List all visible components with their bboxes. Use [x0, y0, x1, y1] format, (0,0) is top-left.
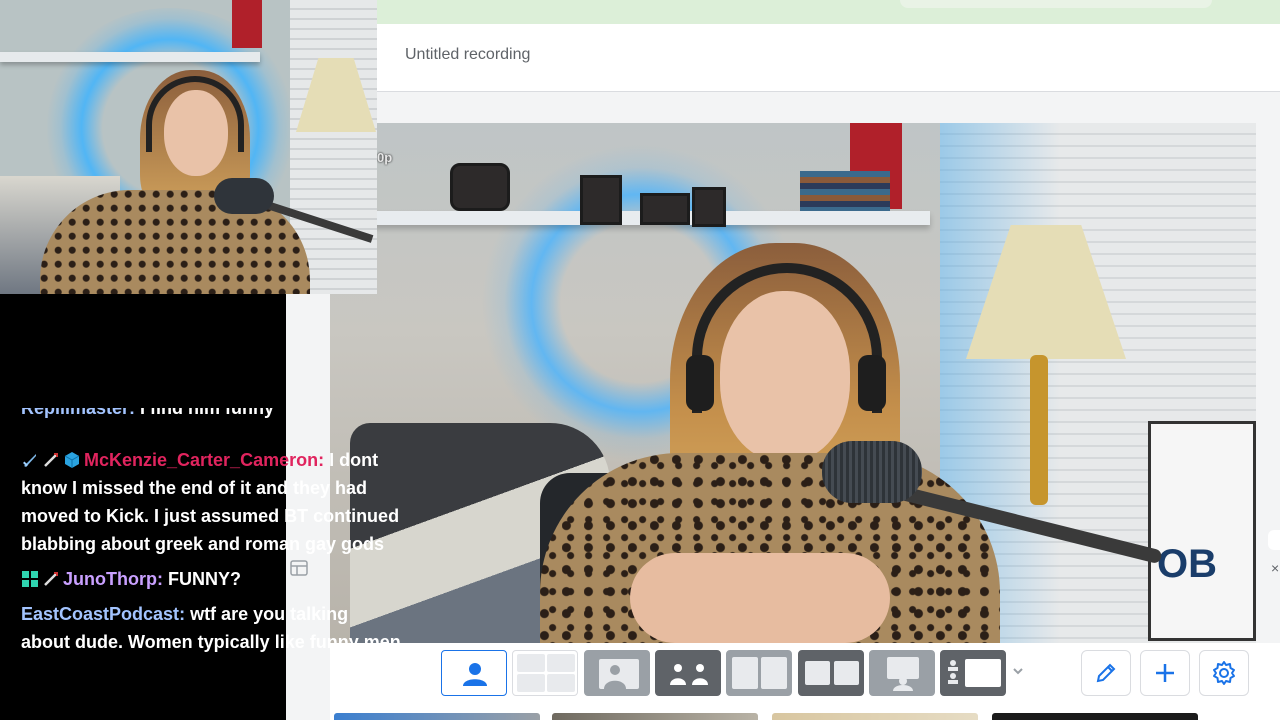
chat-message-partial: Repliimaster: I find him funny [21, 408, 401, 436]
layout-split-boxed-button[interactable] [798, 650, 864, 696]
chat-username: Repliimaster [21, 408, 130, 418]
wall-shelf [0, 52, 260, 62]
camera-corner-label: 0p [377, 150, 393, 165]
chat-message: McKenzie_Carter_Cameron: I dont know I m… [21, 450, 400, 554]
sword-badge-icon [23, 454, 36, 467]
layout-side-by-side-light-button[interactable] [726, 650, 792, 696]
edit-button[interactable] [1081, 650, 1131, 696]
layout-two-up-grid-button[interactable] [512, 650, 578, 696]
lamp-base [1030, 355, 1048, 505]
source-thumbnail[interactable] [772, 713, 978, 720]
recording-title[interactable]: Untitled recording [405, 46, 530, 64]
layout-solo-button[interactable] [441, 650, 507, 696]
shelf-object [450, 163, 510, 211]
speaker-icon [599, 659, 639, 689]
headphone-earcup [858, 355, 886, 411]
pencil-icon [1096, 663, 1116, 683]
book-stack [800, 171, 890, 211]
headphone-earcup [686, 355, 714, 411]
chat-username: JunoThorp [63, 569, 157, 589]
chat-message: JunoThorp: FUNNY? [21, 565, 401, 593]
top-search-pill[interactable] [900, 0, 1212, 8]
chevron-down-icon[interactable] [1010, 663, 1026, 679]
wand-badge-icon [44, 453, 58, 467]
settings-button[interactable] [1199, 650, 1249, 696]
microphone [214, 178, 274, 214]
chat-username: EastCoastPodcast [21, 604, 180, 624]
red-book [232, 0, 262, 48]
layout-side-by-side-dark-button[interactable] [655, 650, 721, 696]
source-thumbnail[interactable] [992, 713, 1198, 720]
microphone [822, 441, 922, 503]
source-thumbnail[interactable] [334, 713, 540, 720]
photo-frame [640, 193, 690, 225]
chat-messages: McKenzie_Carter_Cameron: I dont know I m… [21, 446, 401, 665]
cube-badge-icon [64, 452, 80, 468]
chat-username: McKenzie_Carter_Cameron [84, 450, 319, 470]
source-thumbnail-strip [330, 711, 1280, 720]
two-people-icon [670, 664, 708, 685]
layout-screen-with-list-button[interactable] [940, 650, 1006, 696]
main-camera-view: OB [330, 123, 1256, 643]
photo-frame [692, 187, 726, 227]
chat-message-text: I find him funny [140, 408, 275, 418]
layout-speaker-with-side-button[interactable] [584, 650, 650, 696]
close-icon[interactable]: × [1271, 560, 1279, 576]
side-panel-handle[interactable] [1268, 530, 1280, 550]
add-button[interactable] [1140, 650, 1190, 696]
source-thumbnail[interactable] [552, 713, 758, 720]
gear-icon [1213, 661, 1235, 685]
chat-message-text: FUNNY? [167, 569, 241, 589]
stream-stage: Untitled recording OB 0p Repliimaster: I… [0, 0, 1280, 720]
person-icon [463, 663, 487, 686]
layout-presenter-button[interactable] [869, 650, 935, 696]
recording-title-bar: Untitled recording [377, 24, 1280, 92]
presenter-icon [887, 657, 919, 691]
wand-badge-icon [44, 572, 58, 586]
monitor-text: OB [1157, 542, 1217, 586]
person-hands [630, 553, 890, 643]
grid-badge-icon [22, 571, 38, 587]
plus-icon [1156, 664, 1174, 682]
layout-grid-icon[interactable] [290, 560, 308, 576]
list-people-icon [948, 660, 958, 684]
photo-frame [580, 175, 622, 225]
facecam-overlay [0, 0, 377, 294]
monitor: OB [1148, 421, 1256, 641]
layout-toolbar [330, 643, 1280, 711]
